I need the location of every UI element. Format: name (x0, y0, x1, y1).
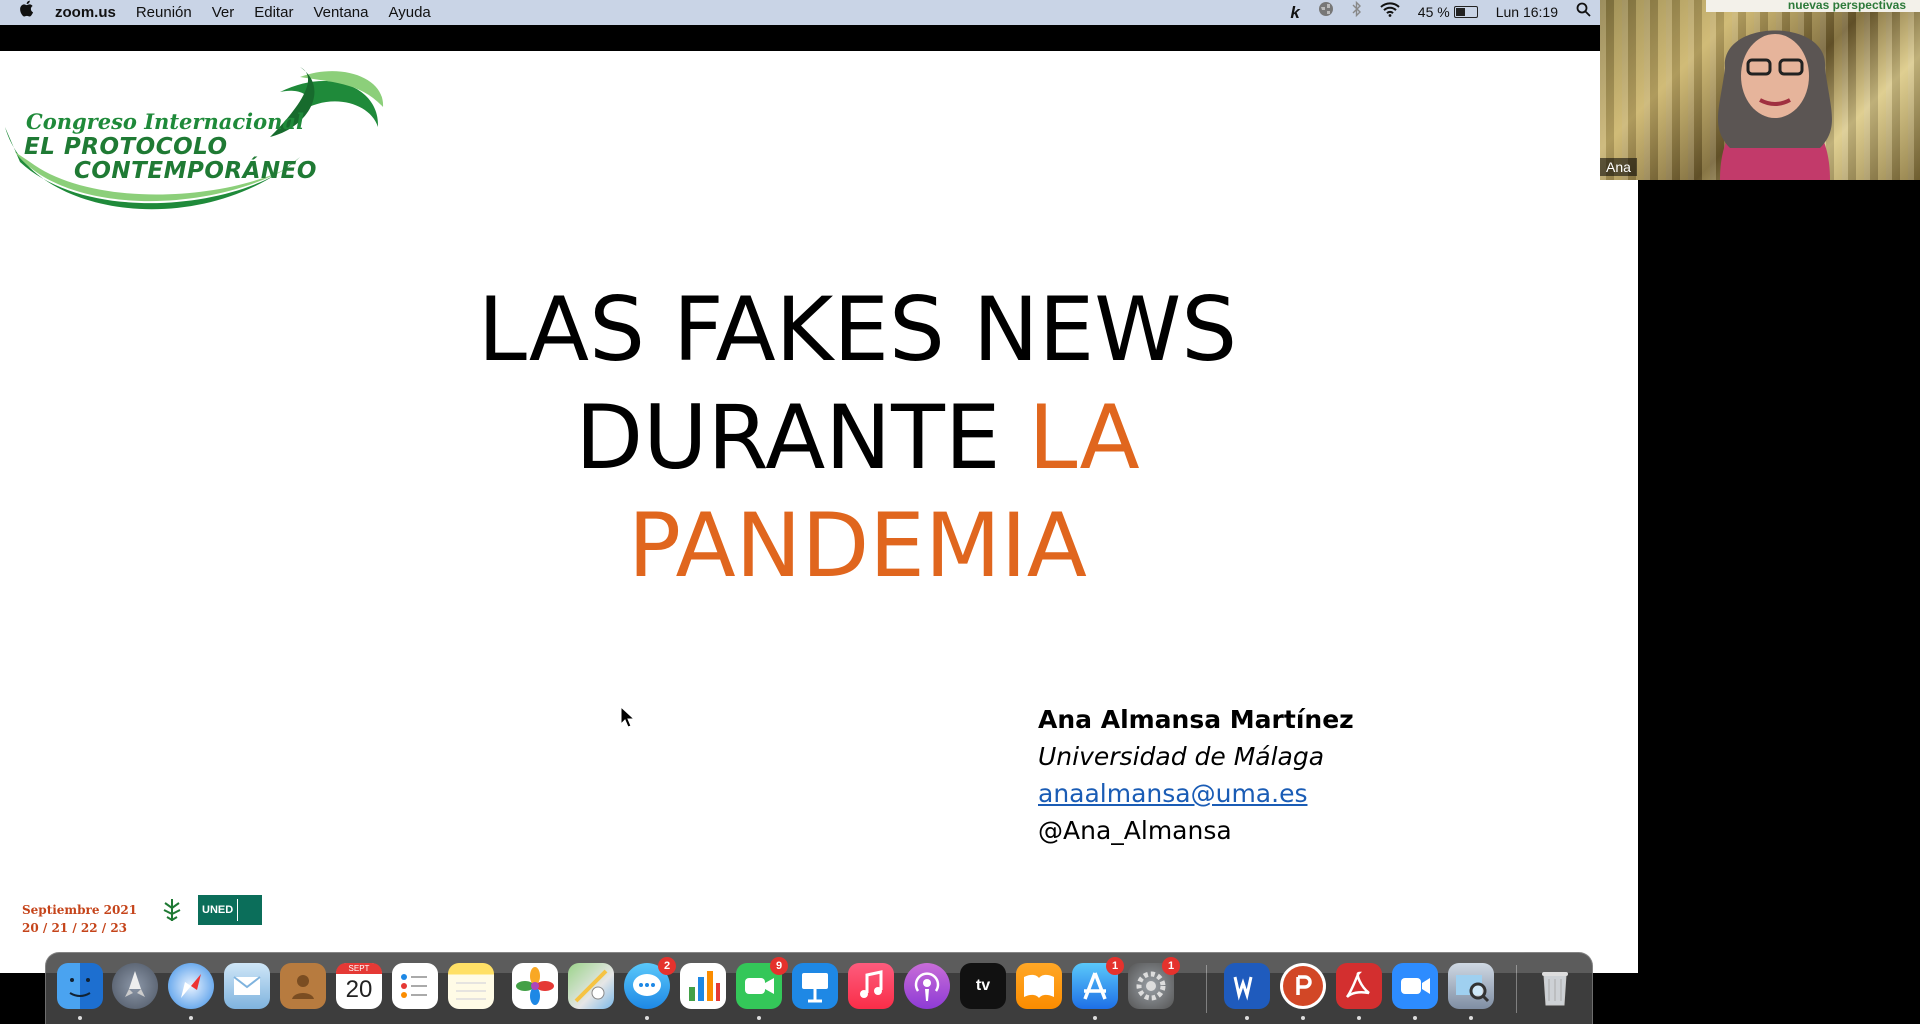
app-store-badge: 1 (1106, 957, 1124, 975)
bluetooth-icon[interactable] (1343, 0, 1371, 25)
logo-line-1: Congreso Internacional (26, 109, 304, 134)
title-line-3: PANDEMIA (628, 494, 1087, 597)
calendar-month: SEPT (336, 963, 382, 974)
title-line-2: DURANTE LA (300, 384, 1415, 492)
participant-name-label: Ana (1600, 158, 1637, 176)
mail-icon[interactable] (224, 963, 270, 1009)
footer-date-line-2: 20 / 21 / 22 / 23 (22, 921, 128, 935)
battery-percent: 45 % (1417, 4, 1450, 20)
participant-video-icon (1718, 30, 1832, 180)
safari-icon[interactable] (168, 963, 214, 1009)
author-block: Ana Almansa Martínez Universidad de Mála… (1038, 701, 1354, 849)
author-university: Universidad de Málaga (1038, 742, 1325, 771)
numbers-icon[interactable] (680, 963, 726, 1009)
footer-date-line-1: Septiembre 2021 (22, 903, 138, 917)
wifi-icon[interactable] (1371, 0, 1409, 25)
messages-icon[interactable]: 2 (624, 957, 676, 1009)
participant-video-tile[interactable]: nuevas perspectivas Ana (1600, 0, 1920, 180)
apple-menu-icon[interactable] (0, 0, 45, 25)
trash-icon[interactable] (1532, 963, 1578, 1009)
system-preferences-icon[interactable]: 1 (1128, 957, 1180, 1009)
logo-line-2: EL PROTOCOLO (24, 134, 228, 160)
slide-footer-dates: Septiembre 2021 20 / 21 / 22 / 23 (22, 903, 137, 935)
app-menu-zoom[interactable]: zoom.us (45, 0, 126, 25)
microsoft-powerpoint-icon[interactable] (1280, 963, 1326, 1009)
k-status-icon[interactable]: k (1281, 0, 1308, 25)
facetime-icon[interactable]: 9 (736, 957, 788, 1009)
podcasts-icon[interactable] (904, 963, 950, 1009)
zoom-icon[interactable] (1392, 963, 1438, 1009)
contacts-icon[interactable] (280, 963, 326, 1009)
clock[interactable]: Lun 16:19 (1487, 0, 1567, 25)
globe-status-icon[interactable] (1309, 0, 1343, 25)
maps-icon[interactable] (568, 963, 614, 1009)
finder-icon[interactable] (57, 963, 103, 1009)
author-email-link[interactable]: anaalmansa@uma.es (1038, 775, 1354, 812)
notes-icon[interactable] (448, 963, 494, 1009)
title-line-2-orange: LA (1028, 386, 1140, 489)
menu-ayuda[interactable]: Ayuda (379, 0, 441, 25)
messages-badge: 2 (658, 957, 676, 975)
title-line-2-black: DURANTE (575, 386, 1029, 489)
battery-status[interactable]: 45 % (1409, 0, 1487, 25)
congress-logo: Congreso Internacional EL PROTOCOLO CONT… (0, 67, 390, 232)
facetime-badge: 9 (770, 957, 788, 975)
spotlight-search-icon[interactable] (1567, 0, 1600, 25)
slide-title: LAS FAKES NEWS DURANTE LA PANDEMIA (300, 276, 1415, 600)
apple-tv-label: tv (975, 977, 991, 994)
menu-reunion[interactable]: Reunión (126, 0, 202, 25)
uned-label: UNED (202, 904, 234, 916)
calendar-day: 20 (345, 976, 373, 1003)
calendar-icon[interactable]: SEPT 20 (336, 963, 382, 1009)
logo-line-3: CONTEMPORÁNEO (74, 158, 317, 184)
music-icon[interactable] (848, 963, 894, 1009)
adobe-acrobat-icon[interactable] (1336, 963, 1382, 1009)
apple-tv-icon[interactable]: tv (960, 963, 1006, 1009)
uned-logo: UNED (198, 895, 262, 925)
preview-icon[interactable] (1448, 963, 1494, 1009)
author-handle: @Ana_Almansa (1038, 816, 1232, 845)
app-store-icon[interactable]: 1 (1072, 957, 1124, 1009)
keynote-icon[interactable] (792, 963, 838, 1009)
shared-slide: Congreso Internacional EL PROTOCOLO CONT… (0, 51, 1638, 973)
title-line-1: LAS FAKES NEWS (477, 278, 1238, 381)
books-icon[interactable] (1016, 963, 1062, 1009)
macos-dock: SEPT 20 2 9 tv 1 1 (45, 952, 1593, 1024)
menu-editar[interactable]: Editar (244, 0, 303, 25)
launchpad-icon[interactable] (112, 963, 158, 1009)
system-preferences-badge: 1 (1162, 957, 1180, 975)
menu-ventana[interactable]: Ventana (303, 0, 378, 25)
photos-icon[interactable] (512, 963, 558, 1009)
microsoft-word-icon[interactable] (1224, 963, 1270, 1009)
battery-icon (1453, 6, 1478, 18)
menu-bar: zoom.us Reunión Ver Editar Ventana Ayuda… (0, 0, 1600, 25)
menu-ver[interactable]: Ver (202, 0, 245, 25)
reminders-icon[interactable] (392, 963, 438, 1009)
faculty-leaf-icon (163, 899, 181, 922)
author-name: Ana Almansa Martínez (1038, 705, 1354, 734)
mouse-cursor-icon (620, 706, 636, 728)
